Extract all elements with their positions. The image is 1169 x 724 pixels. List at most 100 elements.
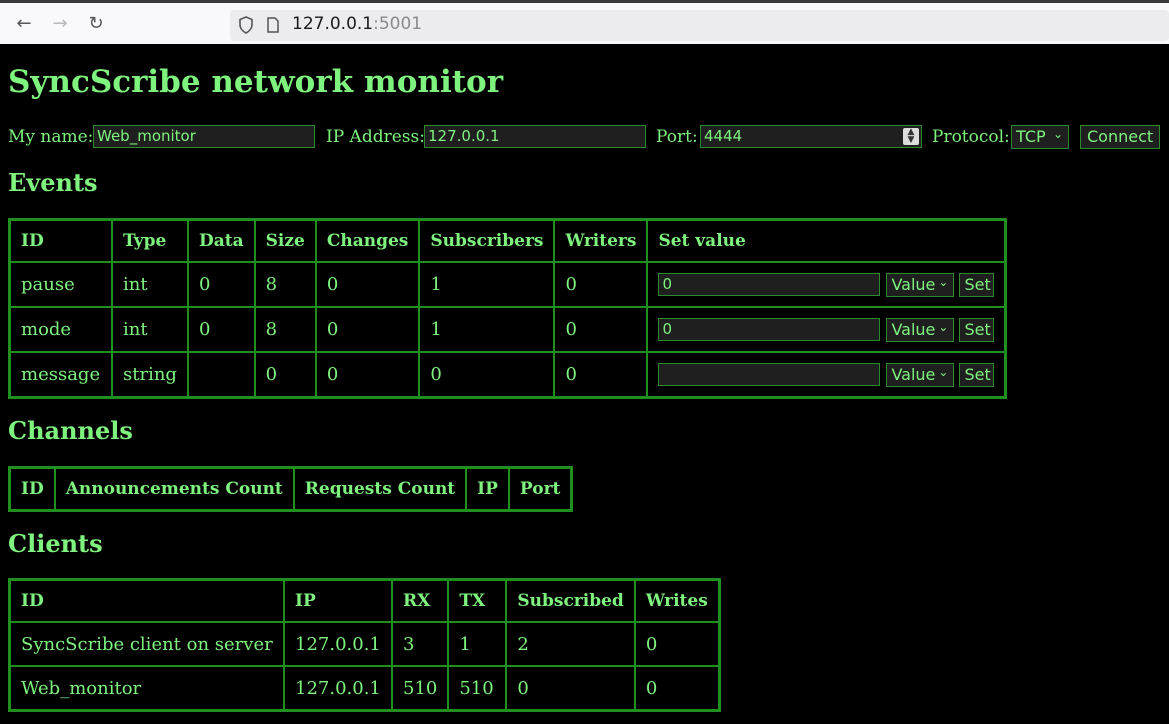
value-mode-select[interactable]: Value ⌄ — [886, 317, 955, 342]
shield-icon — [239, 16, 253, 34]
event-changes: 0 — [315, 352, 420, 397]
set-button[interactable]: Set — [959, 272, 995, 297]
clients-header-row: ID IP RX TX Subscribed Writes — [10, 580, 719, 622]
column-header: Subscribed — [506, 580, 635, 622]
page-title: SyncScribe network monitor — [8, 64, 504, 100]
back-arrow-icon[interactable]: ← — [11, 12, 37, 38]
event-subscribers: 0 — [419, 352, 555, 397]
column-header: Data — [188, 220, 255, 262]
value-mode-label: Value — [891, 274, 936, 294]
channels-table: ID Announcements Count Requests Count IP… — [8, 466, 574, 512]
column-header: IP — [466, 468, 509, 510]
clients-table: ID IP RX TX Subscribed Writes SyncScribe… — [8, 578, 721, 712]
table-row: SyncScribe client on server 127.0.0.1 3 … — [10, 622, 719, 666]
forward-arrow-icon[interactable]: → — [47, 12, 73, 38]
value-mode-label: Value — [891, 364, 936, 384]
event-changes: 0 — [315, 307, 420, 352]
event-subscribers: 1 — [419, 307, 555, 352]
client-tx: 510 — [448, 666, 507, 710]
spinner-icon[interactable]: ▲ ▼ — [903, 128, 919, 145]
client-ip: 127.0.0.1 — [284, 666, 392, 710]
clients-heading: Clients — [8, 529, 103, 558]
column-header: Subscribers — [419, 220, 555, 262]
set-value-input[interactable]: 0 — [658, 317, 881, 341]
port-label: Port: — [656, 127, 698, 147]
set-value-cell: Value ⌄ Set — [647, 352, 1006, 397]
protocol-value: TCP — [1016, 127, 1046, 146]
event-type: int — [112, 307, 188, 352]
set-value-input[interactable] — [658, 362, 881, 386]
protocol-select[interactable]: TCP ⌄ — [1011, 125, 1069, 149]
client-subscribed: 2 — [506, 622, 635, 666]
port-value: 4444 — [704, 127, 743, 145]
event-size: 8 — [254, 307, 316, 352]
name-input[interactable]: Web_monitor — [93, 125, 315, 148]
event-writers: 0 — [554, 352, 648, 397]
set-button[interactable]: Set — [959, 362, 995, 387]
column-header: Announcements Count — [54, 468, 294, 510]
column-header: Port — [508, 468, 572, 510]
channels-header-row: ID Announcements Count Requests Count IP… — [10, 468, 572, 510]
browser-toolbar: ← → ↻ 127.0.0.1:5001 — [0, 0, 1169, 44]
client-writes: 0 — [634, 622, 719, 666]
value-mode-select[interactable]: Value ⌄ — [886, 362, 955, 387]
client-tx: 1 — [448, 622, 507, 666]
event-data: 0 — [188, 262, 255, 307]
column-header: Requests Count — [293, 468, 467, 510]
event-writers: 0 — [554, 307, 648, 352]
event-data: 0 — [188, 307, 255, 352]
page-icon — [267, 17, 279, 33]
column-header: Size — [254, 220, 316, 262]
event-writers: 0 — [554, 262, 648, 307]
event-data — [188, 352, 255, 397]
event-size: 0 — [254, 352, 316, 397]
client-writes: 0 — [634, 666, 719, 710]
column-header: ID — [10, 468, 55, 510]
url-text[interactable]: 127.0.0.1:5001 — [292, 14, 422, 34]
event-changes: 0 — [315, 262, 420, 307]
column-header: IP — [284, 580, 392, 622]
chevron-down-icon: ⌄ — [1052, 127, 1063, 141]
set-button[interactable]: Set — [959, 317, 995, 342]
table-row: mode int 0 8 0 1 0 0 Value ⌄ Set — [10, 307, 1006, 352]
client-id: Web_monitor — [10, 666, 284, 710]
ip-input[interactable]: 127.0.0.1 — [424, 125, 646, 148]
port-input[interactable]: 4444 ▲ ▼ — [700, 125, 922, 148]
table-row: Web_monitor 127.0.0.1 510 510 0 0 — [10, 666, 719, 710]
event-type: int — [112, 262, 188, 307]
channels-heading: Channels — [8, 416, 133, 445]
set-value-cell: 0 Value ⌄ Set — [647, 307, 1006, 352]
event-id: message — [10, 352, 112, 397]
reload-icon[interactable]: ↻ — [83, 12, 109, 38]
set-value-input[interactable]: 0 — [658, 272, 881, 296]
value-mode-select[interactable]: Value ⌄ — [886, 272, 955, 297]
event-id: mode — [10, 307, 112, 352]
set-value-cell: 0 Value ⌄ Set — [647, 262, 1006, 307]
column-header: Writes — [634, 580, 719, 622]
event-id: pause — [10, 262, 112, 307]
event-size: 8 — [254, 262, 316, 307]
table-row: pause int 0 8 0 1 0 0 Value ⌄ Set — [10, 262, 1006, 307]
event-subscribers: 1 — [419, 262, 555, 307]
column-header: TX — [448, 580, 507, 622]
column-header: ID — [10, 580, 284, 622]
column-header: Writers — [554, 220, 648, 262]
chevron-down-icon: ⌄ — [938, 319, 949, 334]
protocol-label: Protocol: — [932, 127, 1010, 147]
client-ip: 127.0.0.1 — [284, 622, 392, 666]
value-mode-label: Value — [891, 319, 936, 339]
connect-button[interactable]: Connect — [1080, 125, 1161, 149]
event-type: string — [112, 352, 188, 397]
chevron-down-icon: ⌄ — [938, 274, 949, 289]
chevron-down-icon: ⌄ — [938, 364, 949, 379]
client-rx: 3 — [392, 622, 449, 666]
column-header: Set value — [647, 220, 1006, 262]
column-header: RX — [392, 580, 449, 622]
ip-label: IP Address: — [326, 127, 425, 147]
address-bar[interactable]: 127.0.0.1:5001 — [230, 10, 1169, 41]
name-label: My name: — [8, 127, 94, 147]
events-table: ID Type Data Size Changes Subscribers Wr… — [8, 218, 1008, 399]
client-id: SyncScribe client on server — [10, 622, 284, 666]
column-header: Changes — [315, 220, 420, 262]
events-header-row: ID Type Data Size Changes Subscribers Wr… — [10, 220, 1006, 262]
